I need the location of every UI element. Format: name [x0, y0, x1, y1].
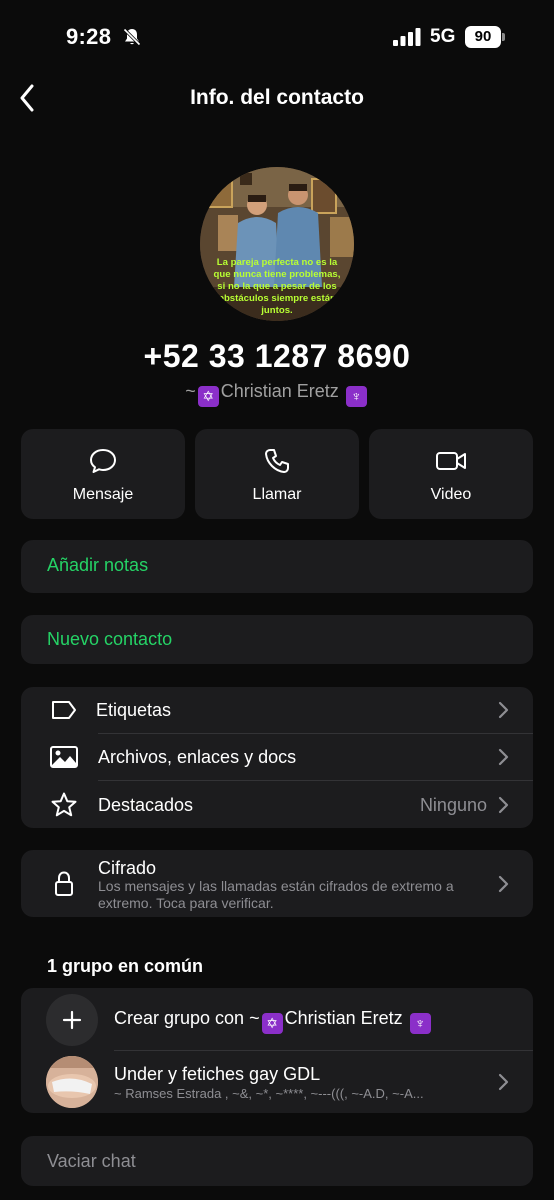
list-item-labels[interactable]: Etiquetas	[21, 687, 533, 733]
plus-icon	[62, 1010, 82, 1030]
signal-icon	[393, 28, 421, 46]
contact-name-prefix: ~	[185, 381, 196, 401]
create-group-row[interactable]: Crear grupo con ~ ✡ Christian Eretz ♆	[21, 988, 533, 1050]
add-notes-label: Añadir notas	[47, 555, 149, 575]
phone-icon	[265, 449, 289, 473]
group-name: Under y fetiches gay GDL	[114, 1064, 321, 1084]
avatar-caption-line: si no la que a pesar de los	[217, 281, 337, 292]
create-group-avatar	[46, 994, 98, 1046]
chevron-right-icon	[498, 796, 509, 814]
clear-chat-button[interactable]: Vaciar chat	[21, 1136, 533, 1186]
avatar-caption: La pareja perfecta no es la que nunca ti…	[206, 257, 348, 317]
clear-chat-label: Vaciar chat	[47, 1151, 136, 1171]
contact-name-line: ~ ✡ Christian Eretz ♆	[0, 381, 554, 407]
group-avatar	[46, 1056, 98, 1108]
encryption-title: Cifrado	[98, 858, 157, 878]
nav-bar: Info. del contacto	[0, 76, 554, 120]
chevron-right-icon	[498, 1073, 509, 1091]
labels-label: Etiquetas	[96, 700, 172, 720]
avatar-caption-line: juntos.	[261, 305, 293, 316]
video-button[interactable]: Video	[369, 429, 533, 519]
star-icon	[51, 792, 77, 817]
encryption-description-line2: extremo. Toca para verificar.	[98, 895, 274, 911]
chevron-right-icon	[498, 701, 509, 719]
message-button-label: Mensaje	[72, 486, 134, 503]
lock-icon	[55, 871, 73, 896]
call-button-label: Llamar	[252, 486, 302, 503]
contact-avatar[interactable]: La pareja perfecta no es la que nunca ti…	[200, 167, 354, 321]
starred-label: Destacados	[98, 795, 194, 815]
message-button[interactable]: Mensaje	[21, 429, 185, 519]
group-photo	[46, 1056, 98, 1108]
list-item-starred[interactable]: Destacados Ninguno	[21, 781, 533, 828]
add-notes-button[interactable]: Añadir notas	[21, 540, 533, 593]
video-button-label: Video	[430, 486, 472, 503]
chevron-right-icon	[498, 748, 509, 766]
group-members: ~ Ramses Estrada , ~&, ~*, ~****, ~---((…	[114, 1086, 424, 1101]
avatar-caption-line: La pareja perfecta no es la	[216, 257, 338, 268]
encryption-row[interactable]: Cifrado Los mensajes y las llamadas está…	[21, 850, 533, 917]
page-title: Info. del contacto	[190, 86, 364, 109]
list-item-media[interactable]: Archivos, enlaces y docs	[21, 734, 533, 780]
new-contact-button[interactable]: Nuevo contacto	[21, 615, 533, 664]
new-contact-label: Nuevo contacto	[47, 629, 173, 649]
contact-name: Christian Eretz	[220, 381, 339, 401]
groups-list: Crear grupo con ~ ✡ Christian Eretz ♆ Unde…	[21, 988, 533, 1113]
battery-level: 90	[465, 26, 501, 48]
bell-slash-icon	[123, 28, 141, 46]
group-row[interactable]: Under y fetiches gay GDL ~ Ramses Estrad…	[21, 1051, 533, 1113]
groups-in-common-heading: 1 grupo en común	[47, 956, 204, 976]
tag-icon	[52, 701, 76, 719]
menorah-icon: ♆	[345, 386, 367, 407]
call-button[interactable]: Llamar	[195, 429, 359, 519]
star-of-david-icon: ✡	[197, 386, 219, 407]
create-group-label: Crear grupo con ~ ✡ Christian Eretz ♆	[114, 1008, 433, 1034]
status-bar: 9:28 5G 90	[0, 0, 554, 76]
message-bubble-icon	[90, 449, 116, 473]
avatar-caption-line: que nunca tiene problemas,	[213, 269, 341, 280]
star-of-david-icon: ✡	[261, 1013, 283, 1034]
menorah-icon: ♆	[409, 1013, 431, 1034]
contact-options-list: Etiquetas Archivos, enlaces y docs Desta…	[21, 687, 533, 828]
create-group-prefix: Crear grupo con ~	[114, 1008, 260, 1028]
battery-tip	[502, 33, 505, 41]
chevron-right-icon	[498, 875, 509, 893]
network-label: 5G	[430, 26, 456, 47]
contact-phone-number: +52 33 1287 8690	[143, 338, 411, 374]
starred-value: Ninguno	[419, 795, 487, 815]
image-icon	[50, 746, 78, 768]
media-label: Archivos, enlaces y docs	[98, 747, 297, 767]
battery-indicator: 90	[465, 26, 505, 48]
avatar-caption-line: obstáculos siempre están	[218, 293, 336, 304]
create-group-contact-name: Christian Eretz	[284, 1008, 403, 1028]
video-camera-icon	[436, 452, 466, 470]
encryption-description-line1: Los mensajes y las llamadas están cifrad…	[98, 878, 454, 894]
status-time: 9:28	[66, 24, 112, 49]
